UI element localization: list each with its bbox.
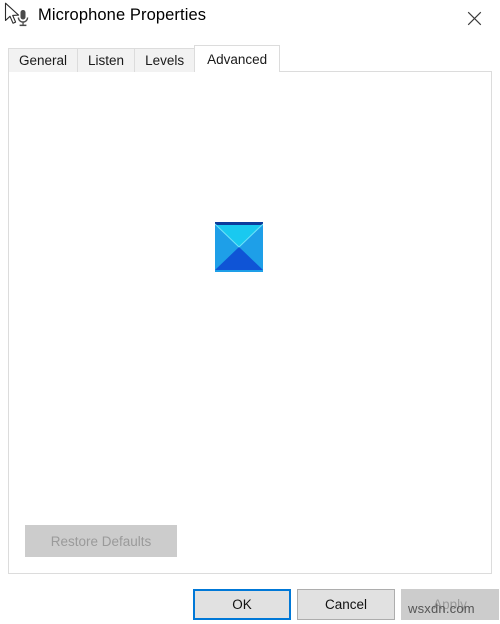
tab-levels[interactable]: Levels [134, 48, 196, 72]
tab-listen[interactable]: Listen [77, 48, 136, 72]
tab-strip: General Listen Levels Advanced [8, 45, 281, 72]
x-cross-square-graphic [214, 222, 264, 272]
restore-defaults-button[interactable]: Restore Defaults [25, 525, 177, 557]
window-title: Microphone Properties [38, 6, 207, 24]
microphone-properties-dialog: Microphone Properties General Listen Lev… [0, 0, 500, 624]
title-bar: Microphone Properties [0, 0, 500, 38]
tab-general[interactable]: General [8, 48, 79, 72]
watermark-text: wsxdn.com [408, 601, 475, 616]
tab-panel-advanced [8, 71, 492, 574]
close-icon[interactable] [452, 2, 496, 34]
mouse-cursor [4, 2, 22, 28]
cancel-button[interactable]: Cancel [297, 589, 395, 620]
ok-button[interactable]: OK [193, 589, 291, 620]
tab-advanced[interactable]: Advanced [194, 45, 281, 72]
